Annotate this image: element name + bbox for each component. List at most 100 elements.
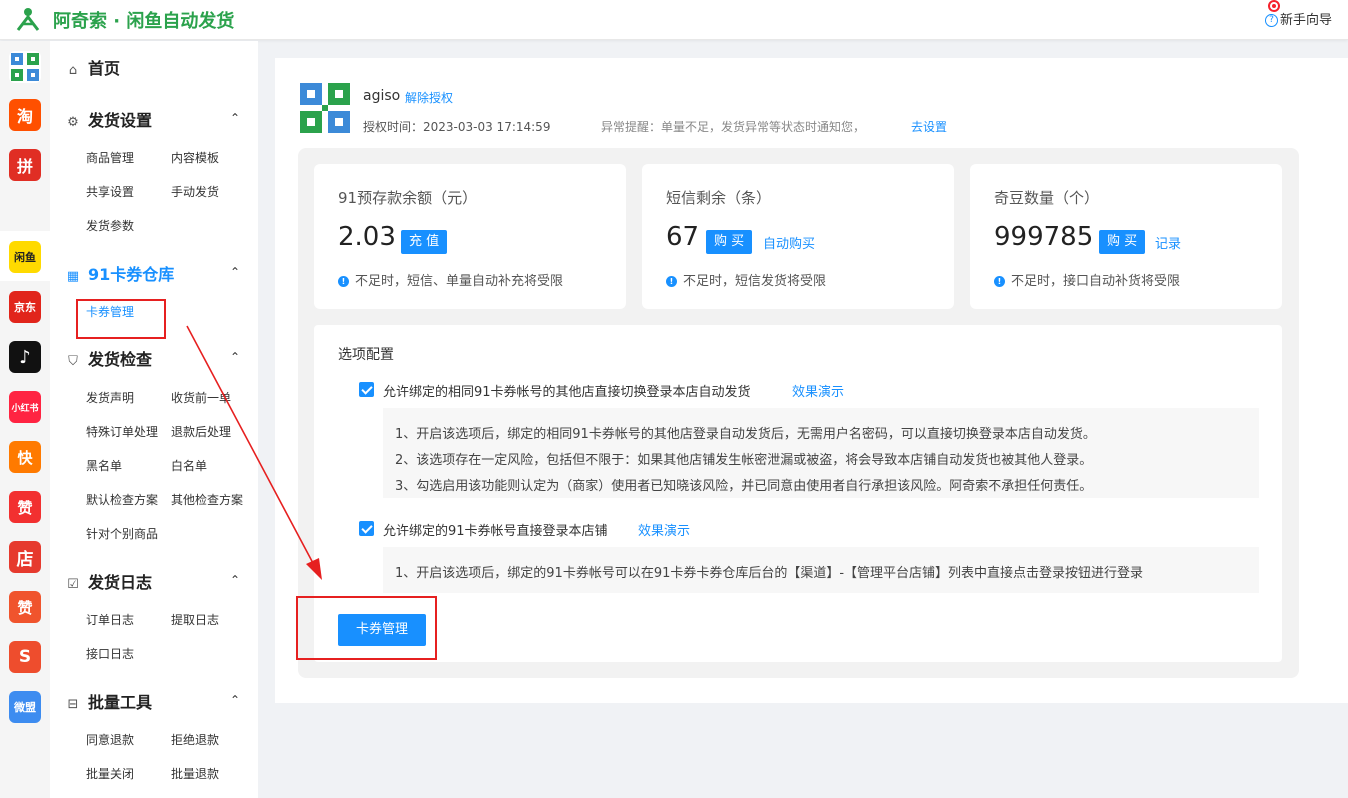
option-1-demo-link[interactable]: 效果演示 [792, 381, 844, 400]
option-1-label[interactable]: 允许绑定的相同91卡券帐号的其他店直接切换登录本店自动发货 [383, 381, 751, 400]
qidou-value: 999785 [994, 222, 1094, 252]
help-icon: ? [1264, 14, 1278, 27]
rail-taobao-icon[interactable]: 淘 [9, 99, 41, 131]
nav-link-agree-refund[interactable]: 同意退款 [86, 731, 134, 748]
guide-label: 新手向导 [1279, 13, 1332, 28]
brand-logo-icon [16, 8, 40, 31]
chevron-up-icon[interactable]: ⌃ [230, 573, 240, 587]
nav-link-specific-products[interactable]: 针对个别商品 [86, 525, 158, 542]
home-icon: ⌂ [68, 63, 78, 78]
nav-link-ship-params[interactable]: 发货参数 [86, 217, 134, 234]
brand-title: 阿奇索 · 闲鱼自动发货 [53, 11, 235, 32]
option-1-desc-line-3: 3、勾选启用该功能则认定为（商家）使用者已知晓该风险，并已同意由使用者自行承担该… [395, 479, 1093, 494]
info-icon: ! [666, 276, 677, 287]
buy-qidou-button[interactable]: 购 买 [1099, 230, 1146, 254]
rail-youzan-icon[interactable]: 赞 [9, 591, 41, 623]
balance-note-text: 不足时，短信、单量自动补充将受限 [355, 274, 564, 289]
toolbox-icon: ⊟ [67, 697, 79, 712]
nav-section-ship-log[interactable]: ☑ 发货日志 [66, 569, 152, 593]
qidou-record-link[interactable]: 记录 [1155, 233, 1181, 252]
log-icon: ☑ [67, 577, 79, 592]
rail-multi-shop-icon[interactable] [9, 51, 41, 83]
nav-link-batch-refund[interactable]: 批量退款 [171, 765, 219, 782]
chevron-up-icon[interactable]: ⌃ [230, 350, 240, 364]
sms-value: 67 [666, 222, 700, 252]
nav-link-after-refund[interactable]: 退款后处理 [171, 423, 231, 440]
sms-label: 短信剩余（条） [666, 189, 772, 207]
option-1-desc-line-1: 1、开启该选项后，绑定的相同91卡券帐号的其他店登录自动发货后，无需用户名密码，… [395, 427, 1096, 442]
qidou-label: 奇豆数量（个） [994, 189, 1100, 207]
sms-card: 短信剩余（条） 67 购 买 自动购买 ! 不足时，短信发货将受限 [642, 164, 954, 309]
auto-buy-link[interactable]: 自动购买 [763, 233, 815, 252]
alert-notice: 异常提醒：单量不足，发货异常等状态时通知您， [601, 120, 866, 134]
chevron-up-icon[interactable]: ⌃ [230, 693, 240, 707]
nav-link-whitelist[interactable]: 白名单 [171, 457, 207, 474]
nav-section-ship-settings[interactable]: ⚙ 发货设置 [66, 107, 152, 131]
nav-section-label: 91卡券仓库 [88, 265, 175, 284]
platform-rail: 淘 拼 闲鱼 京东 ♪ 小红书 快 赞 店 赞 S 微盟 [0, 41, 50, 798]
nav-link-default-check[interactable]: 默认检查方案 [86, 491, 158, 508]
balance-value: 2.03 [338, 222, 396, 252]
nav-link-manual-ship[interactable]: 手动发货 [171, 183, 219, 200]
qidou-card: 奇豆数量（个） 999785 购 买 记录 ! 不足时，接口自动补货将受限 [970, 164, 1282, 309]
shield-icon: ⛉ [68, 354, 78, 369]
rail-weimeng-icon[interactable]: 微盟 [9, 691, 41, 723]
nav-link-share-settings[interactable]: 共享设置 [86, 183, 134, 200]
side-nav: ⌂ 首页 ⚙ 发货设置 ⌃ 商品管理 内容模板 共享设置 手动发货 发货参数 ▦ 91… [50, 41, 258, 798]
chevron-up-icon[interactable]: ⌃ [230, 111, 240, 125]
balance-card: 91预存款余额（元） 2.03 充 值 ! 不足时，短信、单量自动补充将受限 [314, 164, 626, 309]
qidou-note: ! 不足时，接口自动补货将受限 [994, 270, 1180, 289]
chevron-up-icon[interactable]: ⌃ [230, 265, 240, 279]
rail-kuaishou-icon[interactable]: 快 [9, 441, 41, 473]
nav-link-blacklist[interactable]: 黑名单 [86, 457, 122, 474]
sms-note: ! 不足时，短信发货将受限 [666, 270, 826, 289]
qr-grid-icon: ▦ [66, 269, 80, 284]
unbind-link[interactable]: 解除授权 [405, 89, 453, 106]
shop-name: agiso [363, 88, 401, 104]
nav-link-content-template[interactable]: 内容模板 [171, 149, 219, 166]
nav-section-label: 发货检查 [88, 350, 153, 369]
nav-link-product-manage[interactable]: 商品管理 [86, 149, 134, 166]
nav-section-batch-tools[interactable]: ⊟ 批量工具 [66, 689, 152, 713]
nav-link-extract-log[interactable]: 提取日志 [171, 611, 219, 628]
annotation-box-button [296, 596, 437, 660]
rail-jd-icon[interactable]: 京东 [9, 291, 41, 323]
option-2-demo-link[interactable]: 效果演示 [638, 520, 690, 539]
nav-section-label: 发货设置 [88, 111, 153, 130]
options-title: 选项配置 [338, 347, 394, 363]
qr-grid-icon [11, 53, 39, 81]
alert-settings-link[interactable]: 去设置 [911, 118, 947, 135]
rail-xianyu-icon[interactable]: 闲鱼 [9, 241, 41, 273]
qidou-note-text: 不足时，接口自动补货将受限 [1011, 274, 1181, 289]
nav-link-before-receipt[interactable]: 收货前一单 [171, 389, 231, 406]
nav-section-card-warehouse[interactable]: ▦ 91卡券仓库 [66, 261, 174, 285]
options-config: 选项配置 允许绑定的相同91卡券帐号的其他店直接切换登录本店自动发货 效果演示 … [314, 325, 1282, 662]
nav-section-ship-check[interactable]: ⛉ 发货检查 [66, 346, 152, 370]
nav-home[interactable]: ⌂ 首页 [66, 55, 120, 79]
buy-sms-button[interactable]: 购 买 [706, 230, 753, 254]
nav-link-reject-refund[interactable]: 拒绝退款 [171, 731, 219, 748]
rail-weidian-icon[interactable]: 店 [9, 541, 41, 573]
rail-douyin-icon[interactable]: ♪ [9, 341, 41, 373]
rail-pinduoduo-icon[interactable]: 拼 [9, 149, 41, 181]
nav-link-batch-close[interactable]: 批量关闭 [86, 765, 134, 782]
nav-link-special-orders[interactable]: 特殊订单处理 [86, 423, 158, 440]
option-2-checkbox[interactable] [359, 521, 374, 536]
recharge-button[interactable]: 充 值 [401, 230, 448, 254]
nav-section-label: 批量工具 [88, 693, 153, 712]
auth-time: 授权时间：2023-03-03 17:14:59 [363, 120, 551, 134]
nav-link-other-check[interactable]: 其他检查方案 [171, 491, 243, 508]
rail-dianzan-icon[interactable]: 赞 [9, 491, 41, 523]
balance-label: 91预存款余额（元） [338, 189, 478, 207]
rail-shopee-icon[interactable]: S [9, 641, 41, 673]
nav-link-order-log[interactable]: 订单日志 [86, 611, 134, 628]
option-1-checkbox[interactable] [359, 382, 374, 397]
option-2-description: 1、开启该选项后，绑定的91卡券帐号可以在91卡券卡券仓库后台的【渠道】-【管理… [383, 547, 1259, 593]
nav-link-ship-statement[interactable]: 发货声明 [86, 389, 134, 406]
new-user-guide-link[interactable]: ? 新手向导 [1264, 9, 1332, 28]
gear-icon: ⚙ [67, 115, 79, 130]
option-1-description: 1、开启该选项后，绑定的相同91卡券帐号的其他店登录自动发货后，无需用户名密码，… [383, 408, 1259, 498]
nav-link-api-log[interactable]: 接口日志 [86, 645, 134, 662]
rail-xiaohongshu-icon[interactable]: 小红书 [9, 391, 41, 423]
option-2-label[interactable]: 允许绑定的91卡券帐号直接登录本店铺 [383, 520, 608, 539]
